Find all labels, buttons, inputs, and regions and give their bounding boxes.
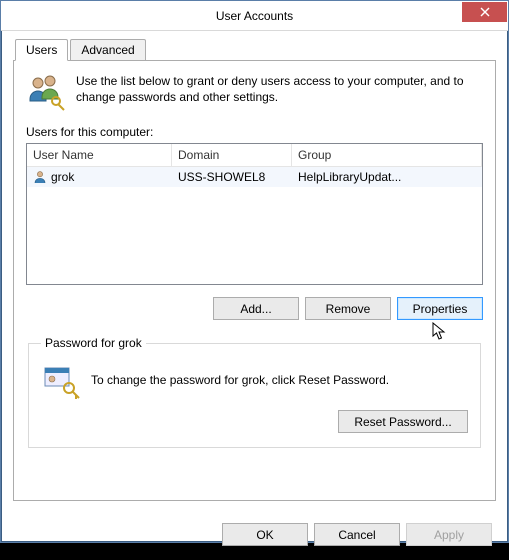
window-title: User Accounts	[216, 9, 293, 23]
col-header-domain[interactable]: Domain	[172, 144, 292, 166]
tabpanel-users: Use the list below to grant or deny user…	[13, 60, 496, 501]
tab-advanced[interactable]: Advanced	[70, 39, 145, 61]
cell-username-text: grok	[51, 170, 74, 184]
close-icon	[480, 7, 490, 17]
col-header-group[interactable]: Group	[292, 144, 482, 166]
user-accounts-window: User Accounts Users Advanced	[0, 0, 509, 543]
dialog-body: Users Advanced Use the list below to gra…	[1, 31, 508, 513]
close-button[interactable]	[462, 2, 507, 22]
cell-domain: USS-SHOWEL8	[172, 167, 292, 187]
dialog-buttons: OK Cancel Apply	[1, 513, 508, 560]
intro-text: Use the list below to grant or deny user…	[76, 73, 483, 113]
list-buttons: Add... Remove Properties	[26, 297, 483, 320]
add-button[interactable]: Add...	[213, 297, 299, 320]
list-label: Users for this computer:	[26, 125, 483, 139]
titlebar: User Accounts	[1, 1, 508, 31]
password-groupbox: Password for grok To change the password…	[28, 336, 481, 448]
user-icon	[33, 170, 47, 184]
properties-button[interactable]: Properties	[397, 297, 483, 320]
users-keys-icon	[26, 73, 66, 113]
password-text: To change the password for grok, click R…	[91, 373, 389, 387]
password-legend: Password for grok	[41, 336, 146, 350]
key-card-icon	[41, 360, 81, 400]
col-header-username[interactable]: User Name	[27, 144, 172, 166]
intro-row: Use the list below to grant or deny user…	[26, 73, 483, 113]
tabstrip: Users Advanced	[13, 39, 496, 61]
reset-password-button[interactable]: Reset Password...	[338, 410, 468, 433]
cell-username: grok	[27, 167, 172, 187]
user-list: User Name Domain Group grok	[26, 143, 483, 285]
cell-group: HelpLibraryUpdat...	[292, 167, 482, 187]
remove-button[interactable]: Remove	[305, 297, 391, 320]
tab-users[interactable]: Users	[15, 39, 68, 61]
list-header: User Name Domain Group	[27, 144, 482, 167]
table-row[interactable]: grok USS-SHOWEL8 HelpLibraryUpdat...	[27, 167, 482, 187]
